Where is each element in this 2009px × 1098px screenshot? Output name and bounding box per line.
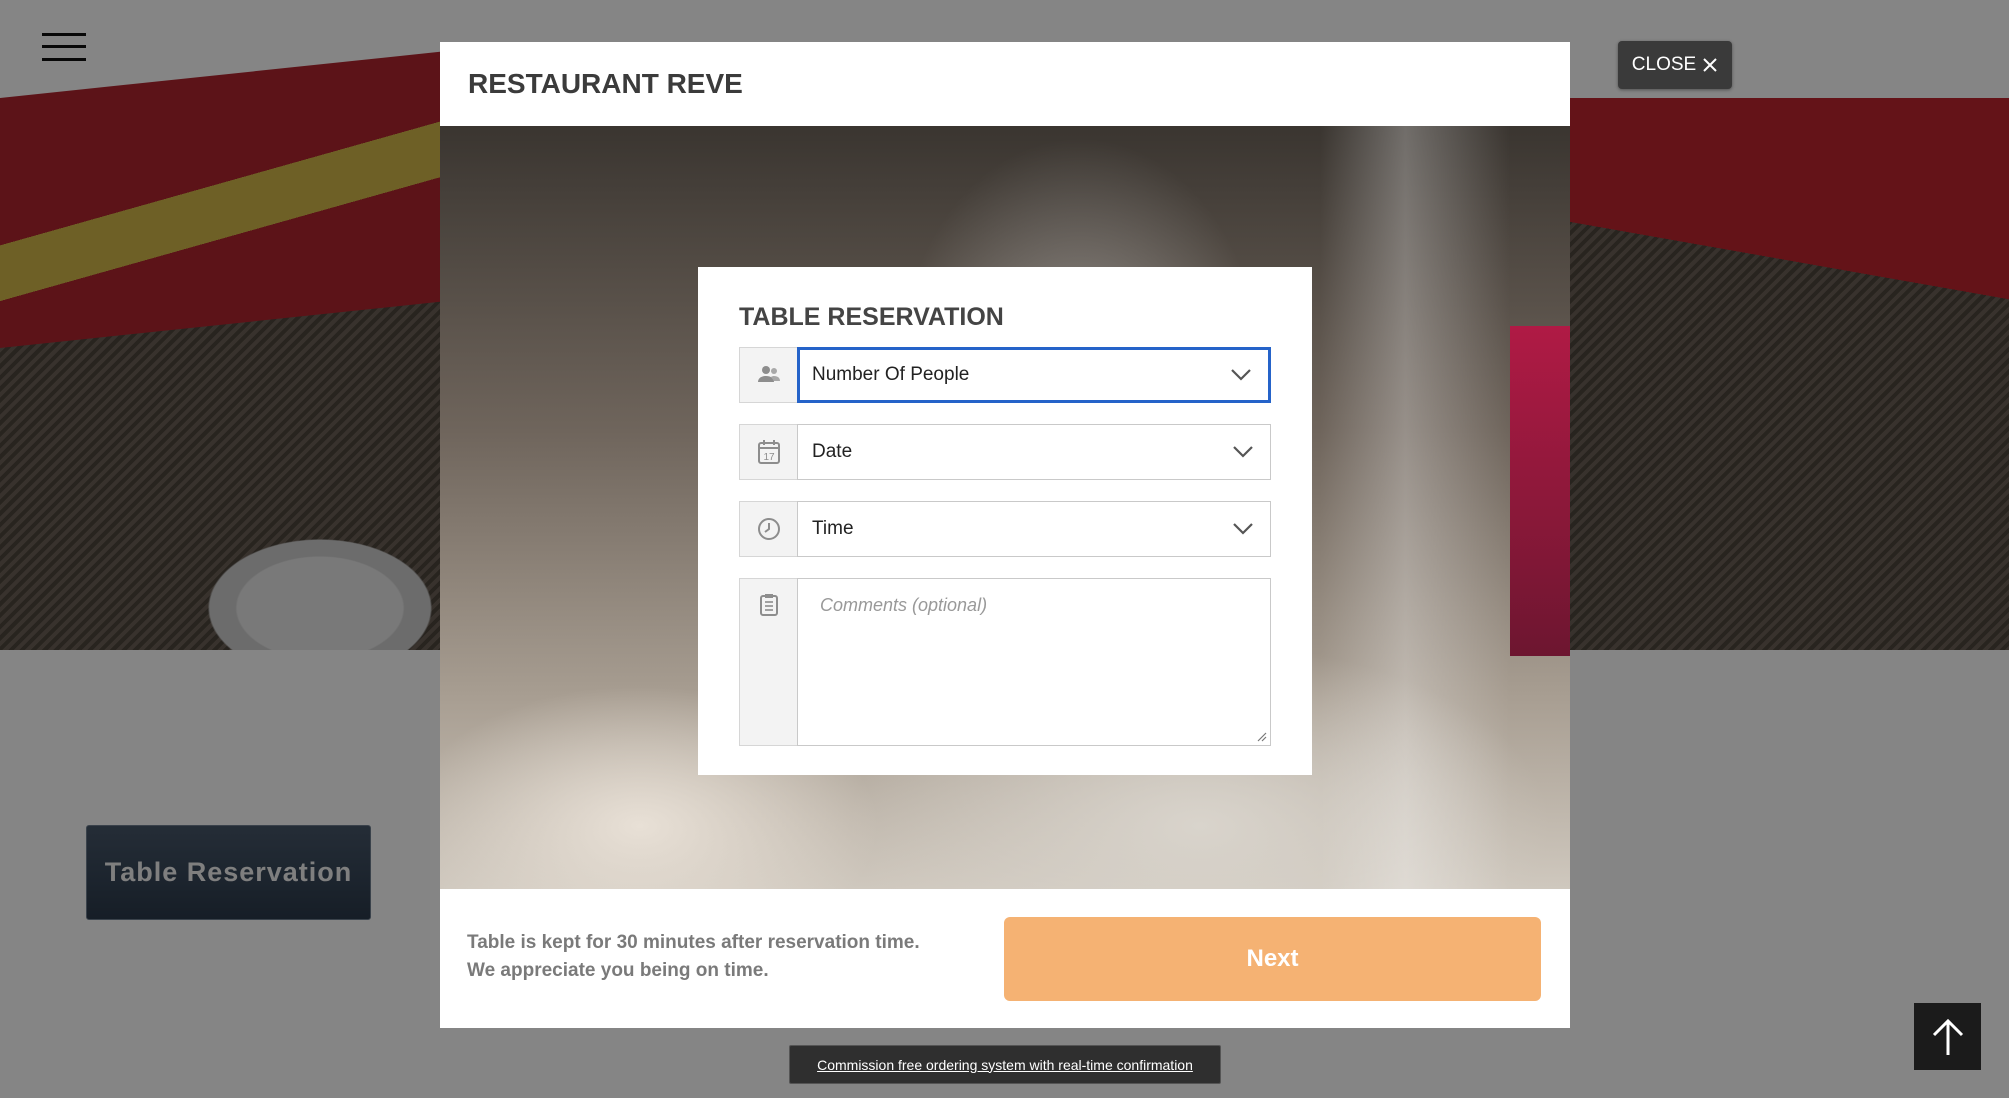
people-icon bbox=[739, 347, 797, 403]
footer-note-line2: We appreciate you being on time. bbox=[467, 960, 769, 981]
footer-note-line1: Table is kept for 30 minutes after reser… bbox=[467, 932, 920, 953]
modal-body: TABLE RESERVATION Number Of People 17 Da… bbox=[440, 126, 1570, 889]
time-select-value: Time bbox=[812, 518, 854, 539]
modal-footer: Table is kept for 30 minutes after reser… bbox=[440, 889, 1570, 1028]
chevron-down-icon bbox=[1233, 446, 1253, 458]
close-button[interactable]: CLOSE bbox=[1618, 41, 1732, 89]
chevron-down-icon bbox=[1233, 523, 1253, 535]
calendar-day: 17 bbox=[763, 452, 775, 463]
comments-placeholder: Comments (optional) bbox=[820, 595, 988, 615]
people-select[interactable]: Number Of People bbox=[797, 347, 1271, 403]
arrow-up-icon bbox=[1932, 1018, 1963, 1055]
footer-note: Table is kept for 30 minutes after reser… bbox=[467, 929, 967, 985]
close-icon bbox=[1703, 58, 1717, 72]
commission-link[interactable]: Commission free ordering system with rea… bbox=[789, 1045, 1221, 1084]
comments-textarea[interactable]: Comments (optional) bbox=[797, 578, 1271, 746]
date-select[interactable]: Date bbox=[797, 424, 1271, 480]
reservation-card: TABLE RESERVATION Number Of People 17 Da… bbox=[698, 267, 1312, 775]
scroll-to-top-button[interactable] bbox=[1914, 1003, 1981, 1070]
time-field: Time bbox=[739, 501, 1271, 557]
card-title: TABLE RESERVATION bbox=[739, 303, 1004, 331]
people-select-value: Number Of People bbox=[812, 364, 970, 385]
reservation-modal: RESTAURANT REVE TABLE RESERVATION Number… bbox=[440, 42, 1570, 1028]
chevron-down-icon bbox=[1231, 369, 1251, 381]
date-select-value: Date bbox=[812, 441, 853, 462]
comments-field: Comments (optional) bbox=[739, 578, 1271, 746]
people-field: Number Of People bbox=[739, 347, 1271, 403]
calendar-icon: 17 bbox=[739, 424, 797, 480]
notepad-icon bbox=[739, 578, 797, 746]
date-field: 17 Date bbox=[739, 424, 1271, 480]
time-select[interactable]: Time bbox=[797, 501, 1271, 557]
modal-header: RESTAURANT REVE bbox=[440, 42, 1570, 126]
modal-title: RESTAURANT REVE bbox=[468, 68, 743, 99]
next-button[interactable]: Next bbox=[1004, 917, 1541, 1001]
resize-grip-icon[interactable] bbox=[1255, 730, 1267, 742]
clock-icon bbox=[739, 501, 797, 557]
close-label: CLOSE bbox=[1631, 54, 1697, 75]
